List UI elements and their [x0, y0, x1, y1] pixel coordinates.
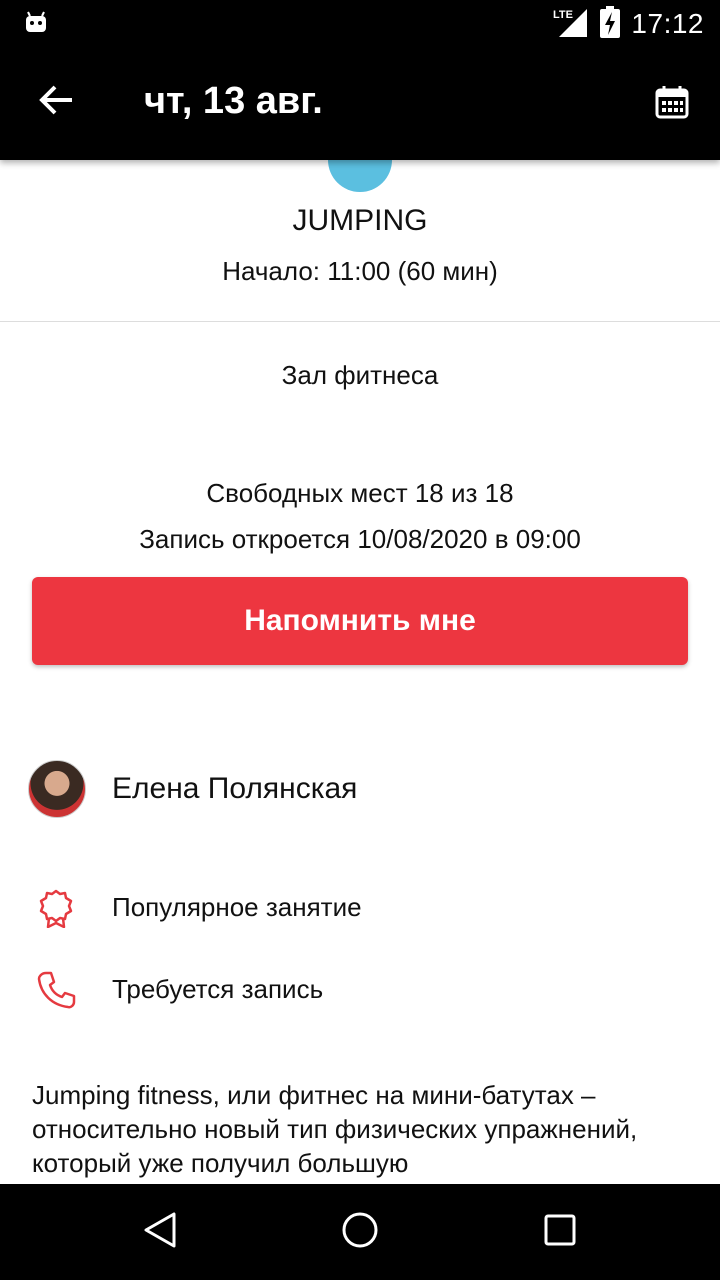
battery-charging-icon — [599, 5, 621, 43]
back-button[interactable] — [32, 78, 80, 126]
calendar-icon — [654, 84, 690, 125]
feature-popular: Популярное занятие — [32, 884, 692, 932]
feature-booking-required: Требуется запись — [32, 966, 692, 1014]
feature-label: Требуется запись — [112, 974, 324, 1004]
back-triangle-icon — [140, 1210, 180, 1255]
trainer-row[interactable]: Елена Полянская — [28, 760, 357, 818]
divider — [0, 321, 720, 322]
feature-label: Популярное занятие — [112, 892, 362, 922]
app-bar: чт, 13 авг. — [0, 48, 720, 160]
clock: 17:12 — [631, 8, 704, 39]
android-icon — [24, 10, 48, 34]
trainer-name: Елена Полянская — [112, 772, 358, 805]
remind-me-button[interactable]: Напомнить мне — [32, 577, 688, 665]
calendar-button[interactable] — [648, 80, 696, 128]
nav-back-button[interactable] — [136, 1208, 184, 1256]
booking-opens: Запись откроется 10/08/2020 в 09:00 — [139, 524, 581, 554]
phone-icon — [32, 966, 80, 1014]
page-title: чт, 13 авг. — [144, 80, 323, 122]
class-color-dot — [328, 160, 392, 192]
award-ribbon-icon — [32, 884, 80, 932]
class-name: JUMPING — [292, 204, 428, 237]
status-bar: LTE 17:12 — [0, 0, 720, 48]
class-room: Зал фитнеса — [281, 360, 439, 390]
free-places: Свободных мест 18 из 18 — [206, 478, 514, 508]
class-details: JUMPING Начало: 11:00 (60 мин) Зал фитне… — [0, 160, 720, 1184]
recents-square-icon — [540, 1210, 580, 1255]
avatar — [28, 760, 86, 818]
nav-recents-button[interactable] — [536, 1208, 584, 1256]
class-start-time: Начало: 11:00 (60 мин) — [222, 256, 498, 286]
network-label: LTE — [553, 9, 573, 21]
home-circle-icon — [340, 1210, 380, 1255]
system-nav-bar — [0, 1184, 720, 1280]
arrow-left-icon — [38, 82, 74, 123]
class-description: Jumping fitness, или фитнес на мини-бату… — [32, 1080, 638, 1178]
lte-signal-icon: LTE — [553, 7, 589, 42]
nav-home-button[interactable] — [336, 1208, 384, 1256]
